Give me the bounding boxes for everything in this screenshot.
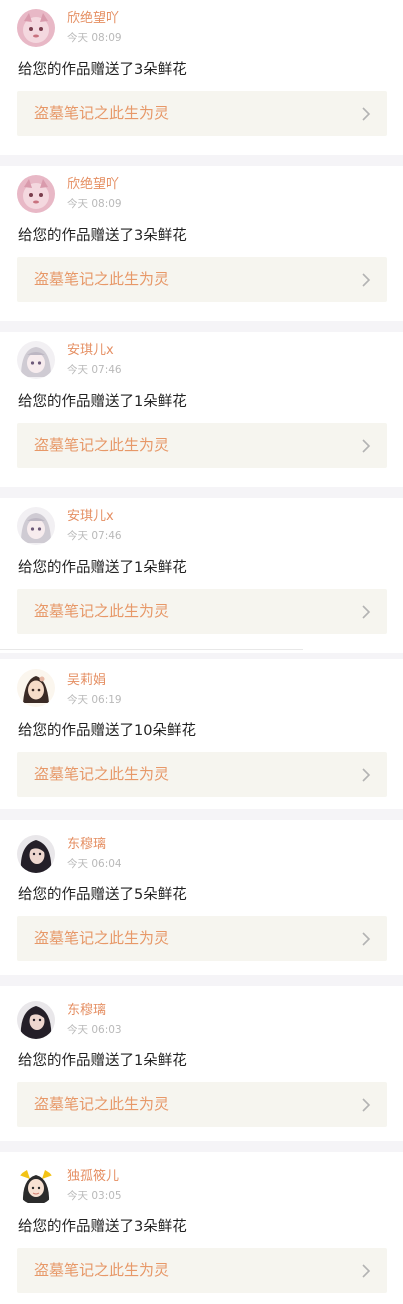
notification-card: 东穆璃 今天 06:03 给您的作品赠送了1朵鲜花 盗墓笔记之此生为灵: [0, 986, 403, 1141]
notification-card: 安琪儿x 今天 07:46 给您的作品赠送了1朵鲜花 盗墓笔记之此生为灵: [0, 332, 403, 487]
work-link[interactable]: 盗墓笔记之此生为灵: [17, 1082, 387, 1127]
avatar[interactable]: [17, 1167, 55, 1205]
timestamp: 今天 08:09: [67, 32, 122, 44]
username[interactable]: 安琪儿x: [67, 343, 114, 359]
gift-message: 给您的作品赠送了1朵鲜花: [18, 1053, 187, 1069]
avatar[interactable]: [17, 507, 55, 545]
avatar[interactable]: [17, 175, 55, 213]
timestamp: 今天 08:09: [67, 198, 122, 210]
timestamp: 今天 03:05: [67, 1190, 122, 1202]
username[interactable]: 欣绝望吖: [67, 11, 119, 27]
gift-message: 给您的作品赠送了1朵鲜花: [18, 560, 187, 576]
work-link[interactable]: 盗墓笔记之此生为灵: [17, 752, 387, 797]
gift-message: 给您的作品赠送了5朵鲜花: [18, 887, 187, 903]
work-link[interactable]: 盗墓笔记之此生为灵: [17, 916, 387, 961]
avatar[interactable]: [17, 835, 55, 873]
work-link[interactable]: 盗墓笔记之此生为灵: [17, 1248, 387, 1293]
timestamp: 今天 06:03: [67, 1024, 122, 1036]
gift-message: 给您的作品赠送了1朵鲜花: [18, 394, 187, 410]
gift-message: 给您的作品赠送了3朵鲜花: [18, 1219, 187, 1235]
chevron-right-icon: [362, 107, 371, 121]
chevron-right-icon: [362, 439, 371, 453]
avatar[interactable]: [17, 341, 55, 379]
work-link[interactable]: 盗墓笔记之此生为灵: [17, 257, 387, 302]
chevron-right-icon: [362, 273, 371, 287]
work-title: 盗墓笔记之此生为灵: [34, 1095, 170, 1113]
chevron-right-icon: [362, 1264, 371, 1278]
anime-girl-avatar-icon: [17, 507, 55, 545]
work-title: 盗墓笔记之此生为灵: [34, 436, 170, 454]
work-title: 盗墓笔记之此生为灵: [34, 104, 170, 122]
timestamp: 今天 07:46: [67, 530, 122, 542]
username[interactable]: 独孤筱儿: [67, 1169, 119, 1185]
anime-girl-avatar-icon: [17, 341, 55, 379]
timestamp: 今天 06:19: [67, 694, 122, 706]
username[interactable]: 安琪儿x: [67, 509, 114, 525]
work-title: 盗墓笔记之此生为灵: [34, 270, 170, 288]
notification-feed: 欣绝望吖 今天 08:09 给您的作品赠送了3朵鲜花 盗墓笔记之此生为灵 欣绝望…: [0, 0, 403, 1304]
username[interactable]: 吴莉娟: [67, 673, 106, 689]
notification-card: 吴莉娟 今天 06:19 给您的作品赠送了10朵鲜花 盗墓笔记之此生为灵: [0, 659, 403, 809]
username[interactable]: 欣绝望吖: [67, 177, 119, 193]
fairy-girl-avatar-icon: [17, 669, 55, 707]
work-title: 盗墓笔记之此生为灵: [34, 765, 170, 783]
avatar[interactable]: [17, 9, 55, 47]
dark-hair-girl-avatar-icon: [17, 1001, 55, 1039]
yellow-ribbon-girl-avatar-icon: [17, 1167, 55, 1205]
gift-message: 给您的作品赠送了3朵鲜花: [18, 62, 187, 78]
divider: [0, 649, 303, 650]
username[interactable]: 东穆璃: [67, 837, 106, 853]
work-title: 盗墓笔记之此生为灵: [34, 602, 170, 620]
dark-hair-girl-avatar-icon: [17, 835, 55, 873]
work-link[interactable]: 盗墓笔记之此生为灵: [17, 589, 387, 634]
notification-card: 欣绝望吖 今天 08:09 给您的作品赠送了3朵鲜花 盗墓笔记之此生为灵: [0, 166, 403, 321]
chevron-right-icon: [362, 768, 371, 782]
notification-card: 独孤筱儿 今天 03:05 给您的作品赠送了3朵鲜花 盗墓笔记之此生为灵: [0, 1152, 403, 1304]
pink-cat-avatar-icon: [17, 175, 55, 213]
work-link[interactable]: 盗墓笔记之此生为灵: [17, 423, 387, 468]
chevron-right-icon: [362, 1098, 371, 1112]
notification-card: 欣绝望吖 今天 08:09 给您的作品赠送了3朵鲜花 盗墓笔记之此生为灵: [0, 0, 403, 155]
work-title: 盗墓笔记之此生为灵: [34, 1261, 170, 1279]
chevron-right-icon: [362, 932, 371, 946]
notification-card: 安琪儿x 今天 07:46 给您的作品赠送了1朵鲜花 盗墓笔记之此生为灵: [0, 498, 403, 653]
timestamp: 今天 06:04: [67, 858, 122, 870]
notification-card: 东穆璃 今天 06:04 给您的作品赠送了5朵鲜花 盗墓笔记之此生为灵: [0, 820, 403, 975]
username[interactable]: 东穆璃: [67, 1003, 106, 1019]
work-title: 盗墓笔记之此生为灵: [34, 929, 170, 947]
chevron-right-icon: [362, 605, 371, 619]
gift-message: 给您的作品赠送了3朵鲜花: [18, 228, 187, 244]
pink-cat-avatar-icon: [17, 9, 55, 47]
work-link[interactable]: 盗墓笔记之此生为灵: [17, 91, 387, 136]
timestamp: 今天 07:46: [67, 364, 122, 376]
avatar[interactable]: [17, 1001, 55, 1039]
avatar[interactable]: [17, 669, 55, 707]
gift-message: 给您的作品赠送了10朵鲜花: [18, 723, 196, 739]
